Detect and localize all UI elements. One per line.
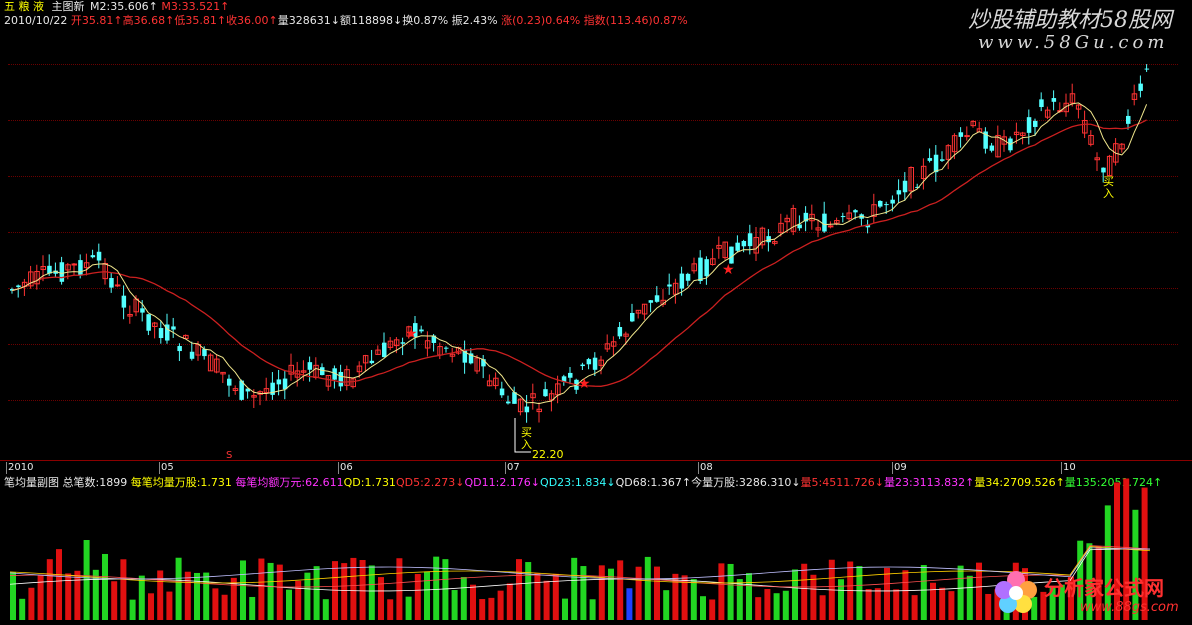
volume-bar	[874, 588, 881, 620]
volume-bar	[884, 567, 890, 620]
volume-bar	[212, 588, 219, 620]
volume-bar	[690, 579, 697, 620]
volume-bar	[773, 593, 780, 620]
volume-bar	[893, 589, 900, 620]
volume-bar	[433, 556, 440, 620]
volume-bar	[313, 566, 320, 620]
volume-bar	[184, 571, 191, 620]
volume-bar	[138, 575, 145, 620]
volume-bar	[810, 574, 817, 620]
volume-bar	[341, 563, 348, 620]
volume-bar	[755, 597, 762, 620]
volume-bar	[405, 596, 412, 620]
volume-bar	[240, 560, 246, 620]
volume-bar	[663, 590, 670, 620]
volume-bar	[249, 596, 256, 620]
volume-chart[interactable]	[0, 0, 1192, 625]
volume-bar	[221, 594, 228, 620]
volume-bar	[368, 565, 375, 620]
volume-bar	[10, 572, 16, 620]
volume-bar	[19, 598, 26, 620]
volume-bar	[709, 599, 716, 620]
volume-bar	[175, 557, 182, 620]
volume-bar	[203, 572, 210, 620]
volume-bar	[617, 560, 624, 620]
volume-bar	[718, 563, 725, 620]
volume-bar	[727, 563, 734, 620]
volume-bar	[865, 589, 872, 620]
volume-bar	[46, 559, 53, 620]
volume-bar	[534, 573, 541, 620]
volume-bar	[782, 590, 789, 620]
volume-bar	[626, 588, 633, 620]
volume-bar	[470, 584, 476, 620]
volume-bar	[571, 557, 578, 620]
volume-bar	[838, 579, 844, 620]
volume-bar	[552, 573, 559, 620]
volume-bar	[902, 570, 909, 620]
volume-bar	[589, 599, 596, 620]
volume-bar	[74, 570, 81, 620]
logo-url: www.88gs.com	[1080, 600, 1179, 615]
volume-bar	[562, 598, 568, 620]
volume-bar	[28, 587, 35, 620]
volume-bar	[506, 583, 513, 620]
volume-bar	[957, 565, 964, 620]
volume-bar	[764, 589, 771, 620]
volume-bar	[111, 581, 118, 620]
volume-bar	[746, 573, 752, 620]
volume-bar	[948, 591, 955, 620]
volume-bar	[580, 566, 587, 620]
volume-bar	[56, 549, 62, 620]
volume-bar	[497, 590, 504, 620]
volume-bar	[166, 591, 173, 620]
flower-logo-icon	[992, 568, 1040, 616]
volume-bar	[801, 563, 808, 620]
volume-bar	[543, 580, 550, 620]
volume-bar	[387, 599, 394, 620]
volume-bar	[939, 587, 946, 620]
volume-bar	[286, 589, 292, 620]
volume-bar	[120, 559, 127, 620]
volume-bar	[258, 558, 265, 620]
volume-bar	[194, 572, 200, 620]
volume-bar	[635, 566, 642, 620]
volume-bar	[157, 570, 164, 620]
volume-bar	[911, 595, 918, 620]
volume-bar	[129, 599, 136, 620]
volume-bar	[700, 596, 706, 620]
volume-bar	[598, 565, 605, 620]
volume-bar	[525, 562, 532, 620]
volume-bar	[102, 553, 108, 620]
volume-bar	[276, 564, 283, 620]
volume-bar	[792, 569, 798, 620]
volume-bar	[267, 562, 274, 620]
volume-bar	[460, 577, 467, 620]
volume-bar	[322, 599, 329, 620]
volume-bar	[966, 575, 973, 620]
logo-text: 分析家公式网	[1044, 576, 1164, 600]
volume-bar	[920, 565, 927, 620]
volume-bar	[654, 566, 660, 620]
volume-bar	[451, 590, 458, 620]
volume-bar	[856, 566, 863, 620]
volume-bar	[644, 556, 651, 620]
volume-bar	[359, 559, 366, 620]
volume-bar	[819, 595, 826, 620]
volume-bar	[488, 597, 495, 620]
volume-bar	[424, 571, 430, 620]
volume-bar	[516, 559, 522, 620]
volume-bar	[930, 582, 936, 620]
volume-bar	[148, 593, 154, 620]
volume-bar	[479, 599, 486, 620]
volume-bar	[985, 593, 992, 620]
